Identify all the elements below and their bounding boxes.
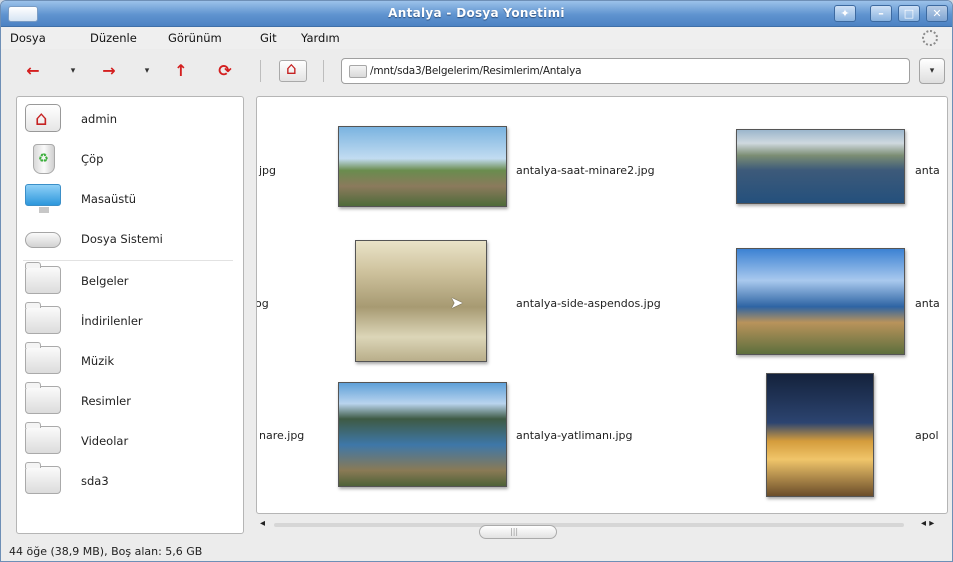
file-item-label[interactable]: apol xyxy=(915,429,939,442)
close-button[interactable]: ✕ xyxy=(926,5,948,22)
place-label: Çöp xyxy=(81,152,104,166)
title-bar[interactable]: Antalya - Dosya Yonetimi ✦ – □ ✕ xyxy=(1,1,952,27)
reload-icon[interactable]: ⟳ xyxy=(213,61,237,81)
file-item-label[interactable]: anta xyxy=(915,297,940,310)
folder-icon xyxy=(349,65,367,78)
pin-button[interactable]: ✦ xyxy=(834,5,856,22)
places-separator xyxy=(23,260,233,261)
place-desktop[interactable]: Masaüstü xyxy=(23,182,233,218)
forward-history-dropdown-icon[interactable]: ▾ xyxy=(141,61,153,81)
place-trash[interactable]: Çöp xyxy=(23,142,233,178)
minimize-button[interactable]: – xyxy=(870,5,892,22)
window-title: Antalya - Dosya Yonetimi xyxy=(388,6,565,20)
forward-arrow-icon[interactable]: → xyxy=(97,61,121,81)
place-filesystem[interactable]: Dosya Sistemi xyxy=(23,222,233,258)
image-thumbnail[interactable] xyxy=(355,240,487,362)
menu-duzenle[interactable]: Düzenle xyxy=(90,31,137,45)
mouse-cursor-icon: ➤ xyxy=(450,293,464,312)
place-admin[interactable]: admin xyxy=(23,102,233,138)
place-label: admin xyxy=(81,112,118,126)
home-icon: ⌂ xyxy=(286,59,297,79)
home-icon xyxy=(25,104,61,132)
image-thumbnail[interactable] xyxy=(766,373,874,497)
place-indirilenler[interactable]: İndirilenler xyxy=(23,302,233,340)
location-history-button[interactable]: ▾ xyxy=(919,58,945,84)
scroll-handle[interactable]: ||| xyxy=(479,525,557,539)
scroll-track[interactable]: ||| xyxy=(274,523,904,539)
home-button[interactable]: ⌂ xyxy=(279,59,307,82)
file-item-label[interactable]: og xyxy=(257,297,269,310)
file-item-label[interactable]: antalya-yatlimanı.jpg xyxy=(516,429,633,442)
file-item-label[interactable]: antalya-saat-minare2.jpg xyxy=(516,164,655,177)
menu-git[interactable]: Git xyxy=(260,31,277,45)
toolbar-separator xyxy=(260,60,261,82)
image-thumbnail[interactable] xyxy=(338,382,507,487)
folder-icon xyxy=(25,342,61,374)
place-label: Masaüstü xyxy=(81,192,137,206)
desktop-icon xyxy=(25,184,61,213)
toolbar-separator xyxy=(323,60,324,82)
place-label: Videolar xyxy=(81,434,129,448)
file-item-label[interactable]: anta xyxy=(915,164,940,177)
back-history-dropdown-icon[interactable]: ▾ xyxy=(67,61,79,81)
place-label: Müzik xyxy=(81,354,115,368)
folder-icon xyxy=(25,422,61,454)
place-belgeler[interactable]: Belgeler xyxy=(23,262,233,300)
location-path[interactable]: /mnt/sda3/Belgelerim/Resimlerim/Antalya xyxy=(370,65,582,77)
folder-icon xyxy=(25,382,61,414)
file-item-label[interactable]: jpg xyxy=(259,164,276,177)
maximize-button[interactable]: □ xyxy=(898,5,920,22)
location-bar[interactable]: /mnt/sda3/Belgelerim/Resimlerim/Antalya xyxy=(341,58,910,84)
activity-spinner-icon xyxy=(922,30,938,46)
horizontal-scrollbar[interactable]: ◂ ||| ◂ ▸ xyxy=(256,516,948,539)
place-label: Resimler xyxy=(81,394,131,408)
toolbar: ← ▾ → ▾ ↑ ⟳ ⌂ /mnt/sda3/Belgelerim/Resim… xyxy=(1,51,952,89)
drive-icon xyxy=(25,232,61,248)
trash-icon xyxy=(33,144,55,174)
place-label: sda3 xyxy=(81,474,109,488)
place-label: İndirilenler xyxy=(81,314,143,328)
file-item-label[interactable]: nare.jpg xyxy=(259,429,304,442)
place-videolar[interactable]: Videolar xyxy=(23,422,233,460)
place-muzik[interactable]: Müzik xyxy=(23,342,233,380)
status-text: 44 öğe (38,9 MB), Boş alan: 5,6 GB xyxy=(9,545,203,558)
places-sidebar: admin Çöp Masaüstü Dosya Sistemi Belgele… xyxy=(16,96,244,534)
back-arrow-icon[interactable]: ← xyxy=(21,61,45,81)
scroll-right-icon[interactable]: ◂ ▸ xyxy=(921,518,934,529)
image-thumbnail[interactable] xyxy=(338,126,507,207)
folder-icon xyxy=(25,462,61,494)
menu-gorunum[interactable]: Görünüm xyxy=(168,31,222,45)
folder-icon xyxy=(25,262,61,294)
file-view[interactable]: jpg antalya-saat-minare2.jpg anta og ➤ a… xyxy=(256,96,948,514)
scroll-grip-icon: ||| xyxy=(510,527,519,536)
image-thumbnail[interactable] xyxy=(736,129,905,204)
file-item-label[interactable]: antalya-side-aspendos.jpg xyxy=(516,297,661,310)
folder-icon xyxy=(25,302,61,334)
file-manager-window: Antalya - Dosya Yonetimi ✦ – □ ✕ Dosya D… xyxy=(0,0,953,562)
place-label: Belgeler xyxy=(81,274,129,288)
place-resimler[interactable]: Resimler xyxy=(23,382,233,420)
menu-dosya[interactable]: Dosya xyxy=(10,31,46,45)
scroll-left-icon[interactable]: ◂ xyxy=(260,518,265,529)
place-label: Dosya Sistemi xyxy=(81,232,163,246)
menu-yardim[interactable]: Yardım xyxy=(301,31,340,45)
menu-bar: Dosya Düzenle Görünüm Git Yardım xyxy=(1,27,952,49)
image-thumbnail[interactable] xyxy=(736,248,905,355)
status-bar: 44 öğe (38,9 MB), Boş alan: 5,6 GB xyxy=(1,541,952,561)
up-arrow-icon[interactable]: ↑ xyxy=(169,61,193,81)
place-sda3[interactable]: sda3 xyxy=(23,462,233,500)
